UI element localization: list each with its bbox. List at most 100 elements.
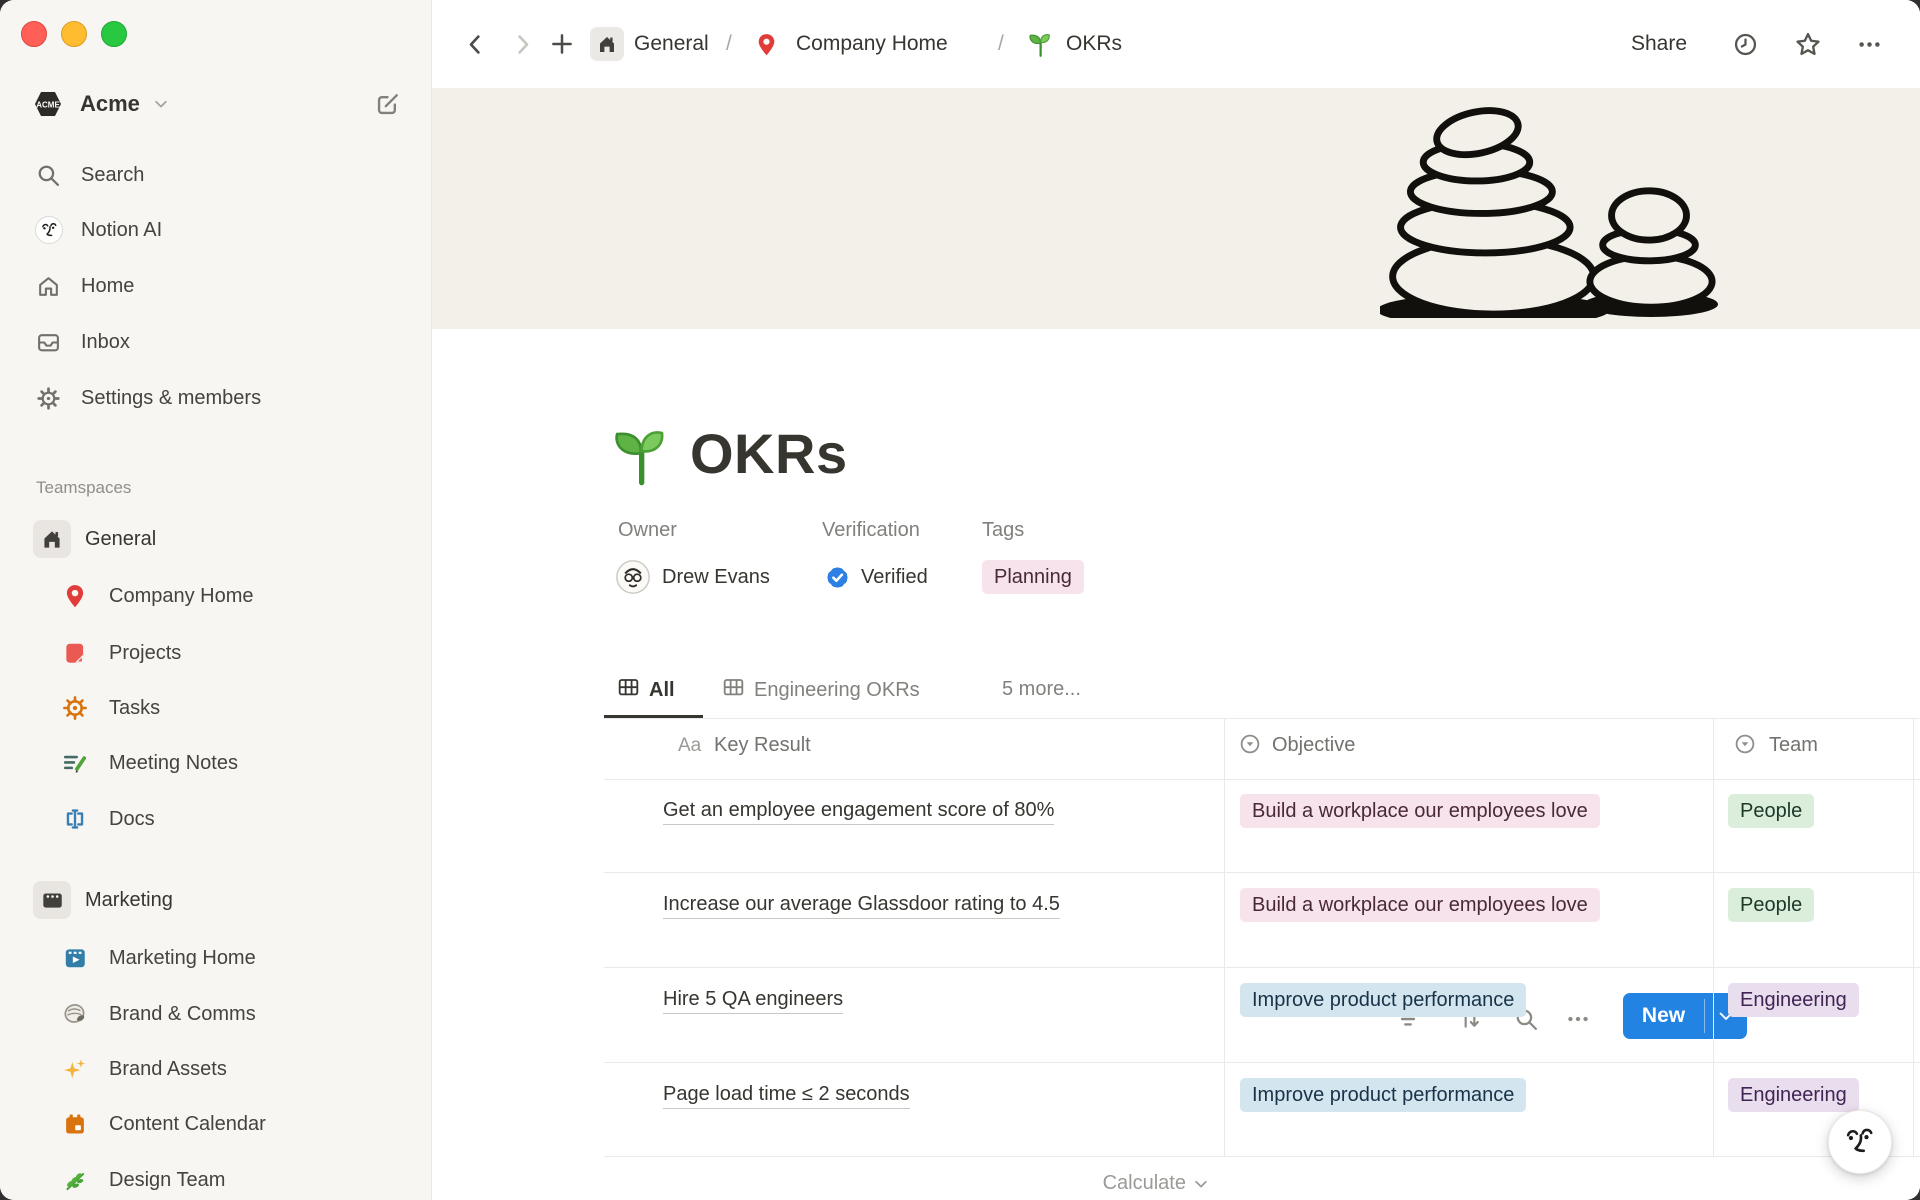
sidebar-item-meeting-notes[interactable]: Meeting Notes (0, 743, 432, 783)
active-tab-underline (604, 715, 703, 718)
tab-engineering-okrs[interactable]: Engineering OKRs (722, 676, 920, 704)
page-icon-sprout[interactable] (607, 424, 671, 493)
more-views-button[interactable]: 5 more... (1002, 678, 1081, 701)
sidebar-item-design-team[interactable]: Design Team (0, 1160, 432, 1200)
share-button[interactable]: Share (1631, 0, 1687, 88)
property-label-tags[interactable]: Tags (982, 519, 1024, 542)
verified-badge-icon (824, 564, 851, 596)
herb-icon (62, 1167, 88, 1193)
table-view-icon (722, 676, 745, 704)
workspace-switcher[interactable]: ACME Acme (0, 84, 432, 124)
objective-pill[interactable]: Improve product performance (1240, 1078, 1526, 1112)
column-divider[interactable] (1913, 719, 1914, 1156)
topbar: General / Company Home / OKRs Share (432, 0, 1920, 88)
sidebar-item-marketing-home[interactable]: Marketing Home (0, 938, 432, 978)
owner-value[interactable]: Drew Evans (662, 566, 770, 589)
sidebar: ACME Acme Search Notion AI Home Inbox Se… (0, 0, 432, 1200)
home-icon (36, 274, 61, 299)
column-header-key-result[interactable]: Key Result (714, 734, 811, 757)
verification-value[interactable]: Verified (861, 566, 928, 589)
notion-ai-face-icon (1843, 1125, 1877, 1159)
sidebar-item-label: Settings & members (81, 387, 261, 410)
sidebar-item-company-home[interactable]: Company Home (0, 576, 432, 616)
breadcrumb-sprout-icon[interactable] (1026, 0, 1053, 88)
sidebar-item-brand-assets[interactable]: Brand Assets (0, 1049, 432, 1089)
tag-pill-planning[interactable]: Planning (982, 560, 1084, 594)
property-label-owner[interactable]: Owner (618, 519, 677, 542)
breadcrumb-okrs[interactable]: OKRs (1066, 0, 1122, 88)
breadcrumb-general[interactable]: General (634, 0, 709, 88)
close-window-button[interactable] (21, 21, 47, 47)
forward-button[interactable] (509, 0, 536, 88)
star-icon[interactable] (1794, 0, 1822, 88)
back-button[interactable] (462, 0, 489, 88)
docs-icon (62, 806, 88, 832)
page-title[interactable]: OKRs (690, 421, 848, 486)
sidebar-item-settings[interactable]: Settings & members (0, 378, 432, 418)
location-pin-icon (62, 583, 88, 609)
inbox-icon (36, 330, 61, 355)
search-icon (36, 163, 61, 188)
column-header-team[interactable]: Team (1769, 734, 1818, 757)
svg-text:ACME: ACME (36, 101, 60, 110)
sidebar-item-notion-ai[interactable]: Notion AI (0, 210, 432, 250)
team-pill[interactable]: Engineering (1728, 983, 1859, 1017)
column-divider[interactable] (1713, 719, 1714, 1156)
notion-window: ACME Acme Search Notion AI Home Inbox Se… (0, 0, 1920, 1200)
key-result-title[interactable]: Hire 5 QA engineers (663, 988, 843, 1014)
sidebar-item-tasks[interactable]: Tasks (0, 688, 432, 728)
compose-icon[interactable] (374, 91, 401, 118)
breadcrumb-pin-icon[interactable] (754, 0, 779, 88)
notion-ai-float-button[interactable] (1828, 1110, 1892, 1174)
sidebar-item-label: Notion AI (81, 219, 162, 242)
sidebar-item-label: Home (81, 275, 134, 298)
objective-pill[interactable]: Build a workplace our employees love (1240, 888, 1600, 922)
calculate-footer[interactable]: Calculate (604, 1172, 1210, 1195)
page-cover[interactable] (432, 88, 1920, 329)
sidebar-item-projects[interactable]: Projects (0, 633, 432, 673)
add-page-icon[interactable] (549, 0, 575, 88)
breadcrumb-company-home[interactable]: Company Home (796, 0, 948, 88)
sidebar-item-label: Inbox (81, 331, 130, 354)
sidebar-item-general[interactable]: General (0, 519, 432, 559)
team-pill[interactable]: People (1728, 794, 1814, 828)
key-result-title[interactable]: Increase our average Glassdoor rating to… (663, 893, 1060, 919)
sidebar-item-marketing[interactable]: Marketing (0, 880, 432, 920)
calendar-icon (62, 1111, 88, 1137)
view-options-icon[interactable] (1564, 1005, 1592, 1033)
sidebar-item-content-calendar[interactable]: Content Calendar (0, 1104, 432, 1144)
sidebar-item-label: Search (81, 164, 144, 187)
breadcrumb-separator: / (998, 0, 1004, 88)
workspace-logo: ACME (33, 89, 63, 119)
objective-pill[interactable]: Build a workplace our employees love (1240, 794, 1600, 828)
clock-icon[interactable] (1732, 0, 1759, 88)
minimize-window-button[interactable] (61, 21, 87, 47)
blue-clapper-icon (62, 945, 88, 971)
shell-icon (62, 1001, 88, 1027)
clapperboard-icon (33, 881, 71, 919)
column-divider[interactable] (1224, 719, 1225, 1156)
sidebar-item-home[interactable]: Home (0, 266, 432, 306)
key-result-title[interactable]: Page load time ≤ 2 seconds (663, 1083, 910, 1109)
select-property-icon (1238, 732, 1262, 761)
sidebar-item-docs[interactable]: Docs (0, 799, 432, 839)
tab-all[interactable]: All (617, 676, 675, 704)
ship-wheel-icon (62, 695, 88, 721)
team-pill[interactable]: People (1728, 888, 1814, 922)
sidebar-item-inbox[interactable]: Inbox (0, 322, 432, 362)
column-header-objective[interactable]: Objective (1272, 734, 1355, 757)
zoom-window-button[interactable] (101, 21, 127, 47)
more-options-icon[interactable] (1856, 0, 1883, 88)
table-view-icon (617, 676, 640, 704)
breadcrumb-general-icon[interactable] (590, 0, 624, 88)
property-label-verification[interactable]: Verification (822, 519, 920, 542)
red-book-icon (62, 640, 88, 666)
teamspaces-section-header[interactable]: Teamspaces (0, 468, 432, 508)
team-pill[interactable]: Engineering (1728, 1078, 1859, 1112)
key-result-title[interactable]: Get an employee engagement score of 80% (663, 799, 1054, 825)
objective-pill[interactable]: Improve product performance (1240, 983, 1526, 1017)
workspace-name: Acme (80, 91, 140, 117)
sidebar-item-brand-comms[interactable]: Brand & Comms (0, 994, 432, 1034)
notion-ai-icon (35, 216, 63, 244)
sidebar-item-search[interactable]: Search (0, 155, 432, 195)
